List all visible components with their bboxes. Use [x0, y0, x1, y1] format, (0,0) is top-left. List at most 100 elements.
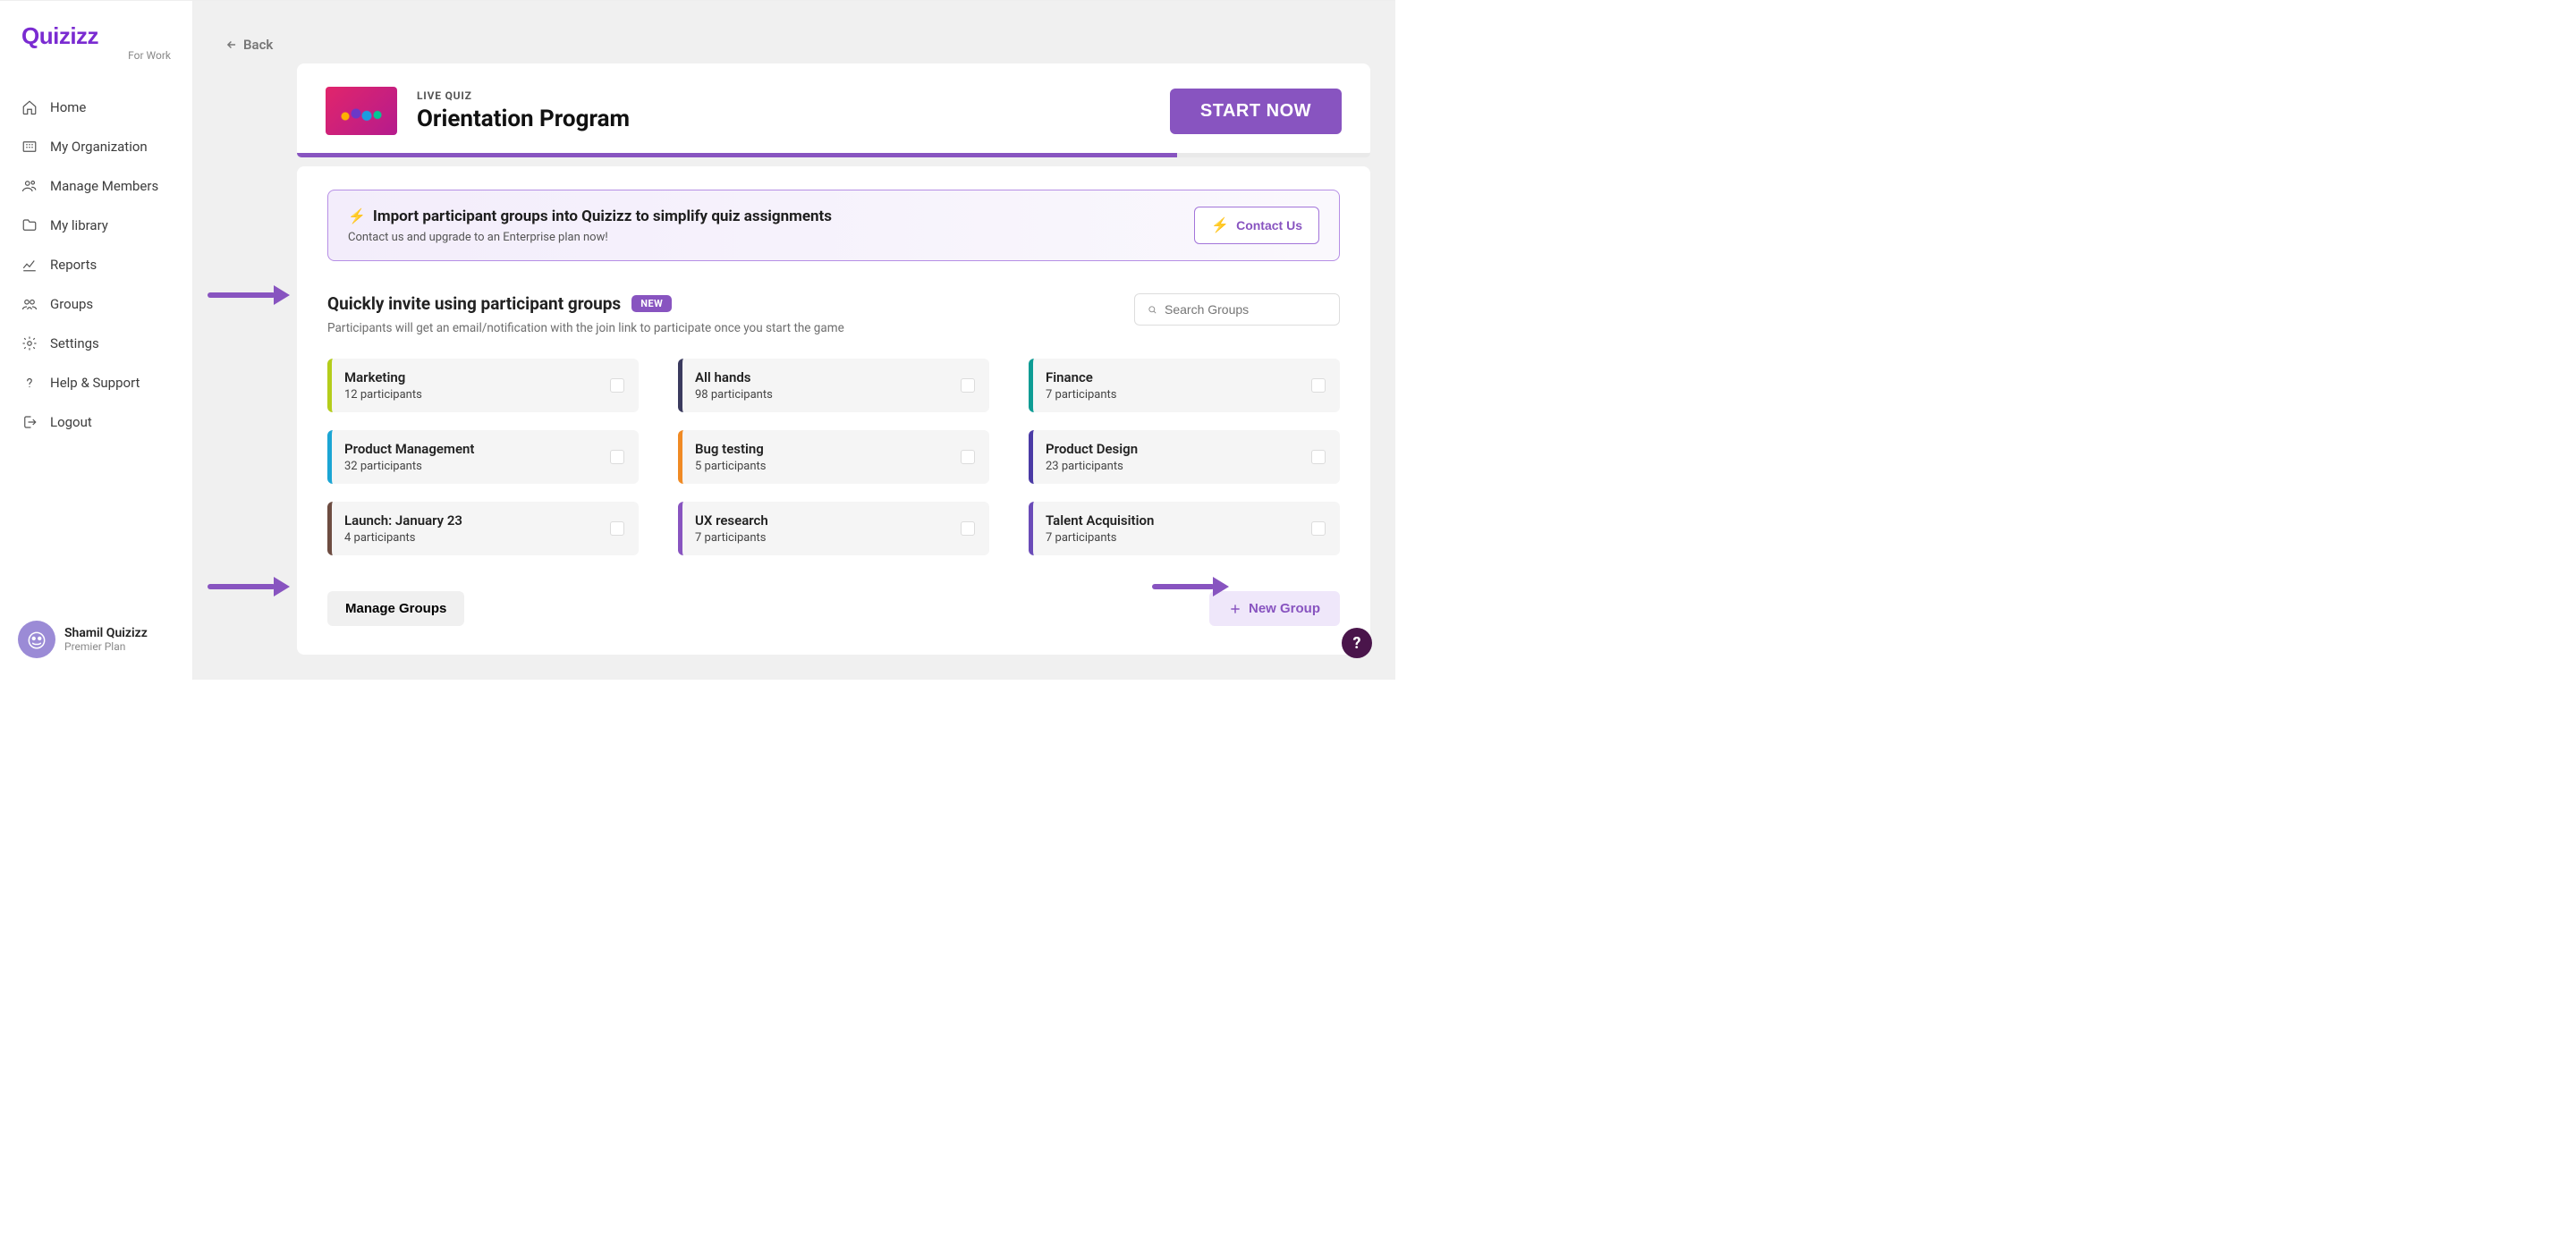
group-name: All hands	[695, 369, 773, 385]
avatar	[18, 621, 55, 658]
group-name: Finance	[1046, 369, 1117, 385]
group-checkbox[interactable]	[1311, 521, 1326, 536]
group-name: Launch: January 23	[344, 512, 462, 529]
group-card[interactable]: Talent Acquisition 7 participants	[1029, 502, 1340, 555]
back-label: Back	[243, 37, 273, 53]
section-head: Quickly invite using participant groups …	[327, 293, 1340, 335]
group-card[interactable]: Marketing 12 participants	[327, 359, 639, 412]
nav-label: Home	[50, 99, 86, 115]
quiz-title: Orientation Program	[417, 106, 630, 132]
nav-my-library[interactable]: My library	[0, 207, 192, 244]
section-title: Quickly invite using participant groups	[327, 293, 621, 314]
group-count: 32 participants	[344, 460, 474, 473]
nav-manage-members[interactable]: Manage Members	[0, 167, 192, 205]
search-icon	[1148, 303, 1157, 317]
nav-label: Reports	[50, 257, 97, 273]
group-name: UX research	[695, 512, 768, 529]
help-bubble[interactable]: ?	[1342, 628, 1372, 658]
body-card: ⚡ Import participant groups into Quizizz…	[297, 166, 1370, 655]
groups-grid: Marketing 12 participants All hands 98 p…	[327, 359, 1340, 555]
nav-logout[interactable]: Logout	[0, 403, 192, 441]
help-icon	[21, 375, 38, 391]
groups-icon	[21, 296, 38, 312]
logout-icon	[21, 414, 38, 430]
group-checkbox[interactable]	[961, 521, 975, 536]
group-card[interactable]: All hands 98 participants	[678, 359, 989, 412]
group-name: Product Management	[344, 441, 474, 457]
group-checkbox[interactable]	[610, 521, 624, 536]
group-card[interactable]: Product Management 32 participants	[327, 430, 639, 484]
library-icon	[21, 217, 38, 233]
group-checkbox[interactable]	[610, 378, 624, 393]
group-card[interactable]: Finance 7 participants	[1029, 359, 1340, 412]
plus-icon	[1229, 603, 1241, 615]
nav-label: Manage Members	[50, 178, 158, 194]
group-count: 7 participants	[695, 531, 768, 545]
progress-bar	[297, 153, 1370, 157]
upsell-banner: ⚡ Import participant groups into Quizizz…	[327, 190, 1340, 261]
group-name: Marketing	[344, 369, 422, 385]
banner-subtitle: Contact us and upgrade to an Enterprise …	[348, 231, 832, 244]
group-card[interactable]: UX research 7 participants	[678, 502, 989, 555]
nav-home[interactable]: Home	[0, 89, 192, 126]
nav-label: Settings	[50, 335, 99, 351]
user-name: Shamil Quizizz	[64, 626, 148, 640]
new-badge: NEW	[631, 295, 672, 312]
user-card[interactable]: Shamil Quizizz Premier Plan	[0, 621, 192, 669]
group-count: 12 participants	[344, 388, 422, 402]
group-checkbox[interactable]	[1311, 450, 1326, 464]
logo-subtext: For Work	[21, 49, 171, 62]
quiz-thumbnail	[326, 87, 397, 135]
logo: Quizizz For Work	[0, 15, 192, 78]
start-now-button[interactable]: START NOW	[1170, 89, 1342, 134]
organization-icon	[21, 139, 38, 155]
bolt-icon: ⚡	[348, 207, 366, 224]
nav-help-support[interactable]: Help & Support	[0, 364, 192, 402]
group-checkbox[interactable]	[610, 450, 624, 464]
nav-label: My library	[50, 217, 108, 233]
group-name: Product Design	[1046, 441, 1138, 457]
group-name: Bug testing	[695, 441, 767, 457]
group-checkbox[interactable]	[961, 378, 975, 393]
nav-reports[interactable]: Reports	[0, 246, 192, 283]
quiz-type-label: LIVE QUIZ	[417, 89, 630, 102]
nav-groups[interactable]: Groups	[0, 285, 192, 323]
group-name: Talent Acquisition	[1046, 512, 1154, 529]
group-count: 7 participants	[1046, 531, 1154, 545]
group-count: 5 participants	[695, 460, 767, 473]
footer-actions: Manage Groups New Group	[327, 591, 1340, 626]
group-count: 23 participants	[1046, 460, 1138, 473]
nav-label: Groups	[50, 296, 93, 312]
group-card[interactable]: Launch: January 23 4 participants	[327, 502, 639, 555]
group-card[interactable]: Product Design 23 participants	[1029, 430, 1340, 484]
arrow-left-icon	[225, 38, 238, 51]
banner-title: Import participant groups into Quizizz t…	[373, 207, 832, 225]
contact-us-button[interactable]: ⚡ Contact Us	[1194, 207, 1319, 244]
quiz-header-card: LIVE QUIZ Orientation Program START NOW	[297, 63, 1370, 157]
nav-settings[interactable]: Settings	[0, 325, 192, 362]
nav: Home My Organization Manage Members My l…	[0, 89, 192, 441]
sidebar: Quizizz For Work Home My Organization Ma…	[0, 1, 193, 680]
search-groups[interactable]	[1134, 293, 1340, 326]
group-count: 7 participants	[1046, 388, 1117, 402]
manage-groups-button[interactable]: Manage Groups	[327, 591, 464, 626]
group-count: 98 participants	[695, 388, 773, 402]
logo-text: Quizizz	[21, 24, 171, 47]
new-group-label: New Group	[1249, 601, 1320, 616]
gear-icon	[21, 335, 38, 351]
reports-icon	[21, 257, 38, 273]
group-checkbox[interactable]	[1311, 378, 1326, 393]
bolt-icon: ⚡	[1211, 216, 1229, 234]
group-card[interactable]: Bug testing 5 participants	[678, 430, 989, 484]
section-subtitle: Participants will get an email/notificat…	[327, 321, 844, 335]
contact-us-label: Contact Us	[1236, 218, 1302, 233]
progress-fill	[297, 153, 1177, 157]
search-input[interactable]	[1165, 302, 1326, 317]
nav-my-organization[interactable]: My Organization	[0, 128, 192, 165]
group-checkbox[interactable]	[961, 450, 975, 464]
user-plan: Premier Plan	[64, 640, 148, 653]
members-icon	[21, 178, 38, 194]
group-count: 4 participants	[344, 531, 462, 545]
back-link[interactable]: Back	[225, 37, 273, 53]
home-icon	[21, 99, 38, 115]
